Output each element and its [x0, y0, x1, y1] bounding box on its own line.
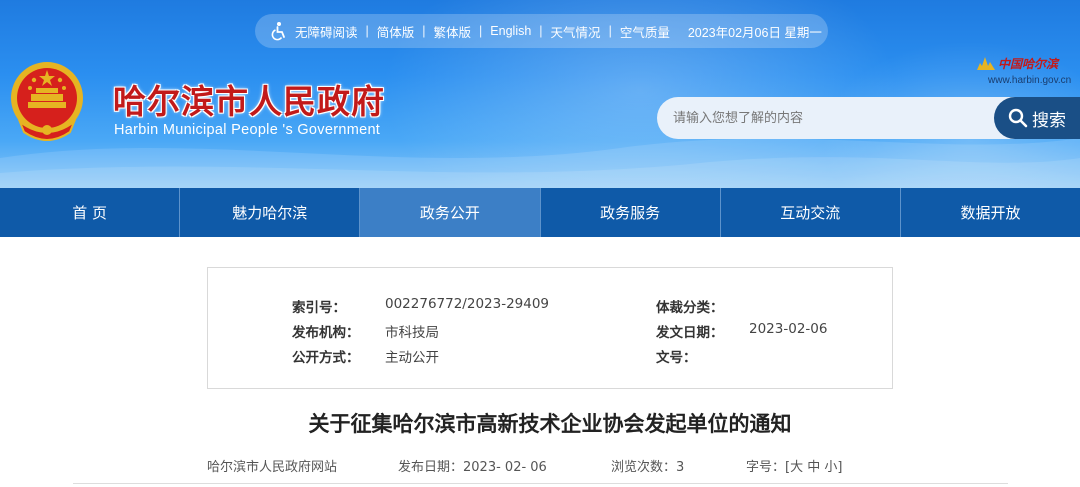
topbar-link-weather[interactable]: 天气情况: [551, 22, 601, 41]
brand-mark: 中国哈尔滨: [976, 54, 1058, 72]
meta-row: 公开方式： 主动公开 文号：: [208, 346, 894, 366]
search-button[interactable]: 搜索: [994, 97, 1080, 139]
site-header: 无障碍阅读 | 简体版 | 繁体版 | English | 天气情况 | 空气质…: [0, 0, 1080, 188]
site-title[interactable]: 哈尔滨市人民政府: [113, 75, 385, 123]
main-nav: 首 页 魅力哈尔滨 政务公开 政务服务 互动交流 数据开放: [0, 188, 1080, 237]
font-size-control: 字号：[大 中 小]: [746, 456, 843, 475]
nav-item-charm-harbin[interactable]: 魅力哈尔滨: [180, 188, 361, 237]
article-source: 哈尔滨市人民政府网站: [207, 460, 338, 475]
meta-label-doc-number: 文号：: [656, 350, 697, 366]
meta-label-issue-date: 发文日期：: [656, 325, 724, 341]
brand-url: www.harbin.gov.cn: [988, 75, 1072, 86]
search-bar: 搜索: [657, 97, 1080, 139]
meta-label-disclosure: 公开方式：: [292, 350, 360, 366]
topbar-separator: |: [365, 24, 369, 38]
meta-value-publisher: 市科技局: [385, 325, 439, 341]
topbar-separator: |: [608, 24, 612, 38]
document-meta-box: 索引号： 002276772/2023-29409 体裁分类： 发布机构： 市科…: [207, 267, 893, 389]
font-size-bracket: ]: [837, 460, 843, 475]
site-subtitle: Harbin Municipal People 's Government: [114, 122, 381, 138]
meta-row: 索引号： 002276772/2023-29409 体裁分类：: [208, 296, 894, 316]
top-utility-bar: 无障碍阅读 | 简体版 | 繁体版 | English | 天气情况 | 空气质…: [255, 14, 828, 48]
font-size-medium[interactable]: 中: [807, 460, 820, 475]
publish-label: 发布日期：: [398, 460, 464, 475]
search-button-label: 搜索: [1032, 110, 1066, 131]
font-size-large[interactable]: 大: [790, 460, 803, 475]
city-skyline-icon: [977, 57, 995, 70]
search-input[interactable]: [657, 97, 1027, 139]
national-emblem-icon: [11, 62, 83, 141]
topbar-link-english[interactable]: English: [490, 24, 531, 38]
brand-logo[interactable]: 中国哈尔滨 www.harbin.gov.cn: [976, 54, 1076, 90]
nav-item-government-affairs[interactable]: 政务公开: [360, 188, 541, 237]
meta-value-issue-date: 2023-02-06: [749, 321, 828, 337]
views-label: 浏览次数：: [611, 460, 677, 475]
topbar-separator: |: [539, 24, 543, 38]
accessibility-icon[interactable]: [269, 21, 289, 41]
meta-value-index: 002276772/2023-29409: [385, 296, 550, 312]
article-views: 浏览次数：3: [611, 456, 684, 475]
publish-value: 2023- 02- 06: [463, 460, 547, 475]
nav-item-interaction[interactable]: 互动交流: [721, 188, 901, 237]
article-info-bar: 哈尔滨市人民政府网站 发布日期：2023- 02- 06 浏览次数：3 字号：[…: [0, 456, 1080, 478]
font-size-label: 字号：: [746, 460, 786, 475]
views-count: 3: [676, 460, 685, 475]
nav-item-open-data[interactable]: 数据开放: [901, 188, 1080, 237]
topbar-link-traditional[interactable]: 繁体版: [434, 22, 472, 41]
font-size-small[interactable]: 小: [824, 460, 837, 475]
article-content: 索引号： 002276772/2023-29409 体裁分类： 发布机构： 市科…: [0, 237, 1080, 487]
topbar-link-simplified[interactable]: 简体版: [377, 22, 415, 41]
nav-item-government-services[interactable]: 政务服务: [541, 188, 721, 237]
meta-label-publisher: 发布机构：: [292, 325, 360, 341]
meta-value-disclosure: 主动公开: [385, 350, 439, 366]
article-publish-date: 发布日期：2023- 02- 06: [398, 456, 547, 475]
meta-label-index: 索引号：: [292, 300, 346, 316]
topbar-separator: |: [422, 24, 426, 38]
article-title: 关于征集哈尔滨市高新技术企业协会发起单位的通知: [308, 412, 792, 436]
topbar-separator: |: [479, 24, 483, 38]
brand-name: 中国哈尔滨: [998, 56, 1059, 71]
search-icon: [1008, 108, 1028, 128]
topbar-link-accessible[interactable]: 无障碍阅读: [295, 22, 358, 41]
meta-row: 发布机构： 市科技局 发文日期： 2023-02-06: [208, 321, 894, 341]
topbar-link-air-quality[interactable]: 空气质量: [620, 22, 670, 41]
nav-item-home[interactable]: 首 页: [0, 188, 181, 237]
meta-label-genre: 体裁分类：: [656, 300, 724, 316]
divider: [73, 483, 1008, 484]
topbar-date: 2023年02月06日 星期一: [687, 25, 822, 40]
